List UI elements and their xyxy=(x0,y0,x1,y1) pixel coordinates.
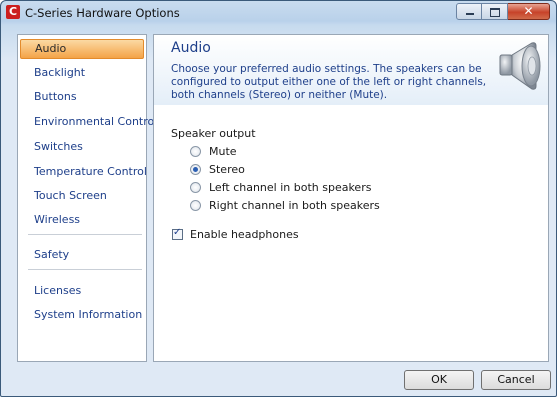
radio-mute[interactable]: Mute xyxy=(190,143,237,159)
checkbox-label: Enable headphones xyxy=(190,228,299,241)
sidebar-item-temperature-control[interactable]: Temperature Control xyxy=(20,162,147,182)
app-logo-icon: C xyxy=(6,5,20,19)
panel-header: Audio Choose your preferred audio settin… xyxy=(154,35,548,105)
sidebar-divider xyxy=(28,269,142,270)
sidebar-item-touch-screen[interactable]: Touch Screen xyxy=(20,186,144,206)
sidebar-divider xyxy=(28,234,142,235)
page-title: Audio xyxy=(171,40,211,56)
radio-label: Mute xyxy=(209,144,237,158)
sidebar-item-backlight[interactable]: Backlight xyxy=(20,63,144,83)
radio-right-channel[interactable]: Right channel in both speakers xyxy=(190,197,380,213)
sidebar-item-audio[interactable]: Audio xyxy=(20,39,144,59)
radio-button[interactable] xyxy=(190,199,201,211)
radio-label: Right channel in both speakers xyxy=(209,198,380,212)
enable-headphones-checkbox-row[interactable]: Enable headphones xyxy=(172,227,299,241)
title-bar[interactable]: C C-Series Hardware Options ✕ xyxy=(1,1,556,25)
enable-headphones-checkbox[interactable] xyxy=(172,227,183,240)
window-controls: ✕ xyxy=(456,3,550,20)
sidebar-item-licenses[interactable]: Licenses xyxy=(20,281,144,301)
window-title: C-Series Hardware Options xyxy=(25,6,180,20)
radio-button[interactable] xyxy=(190,145,201,157)
hardware-options-window: C C-Series Hardware Options ✕ Audio Back… xyxy=(0,0,557,397)
sidebar-item-wireless[interactable]: Wireless xyxy=(20,210,144,230)
close-button[interactable]: ✕ xyxy=(508,3,550,20)
minimize-button[interactable] xyxy=(456,3,482,20)
radio-button[interactable] xyxy=(190,181,201,193)
sidebar-item-safety[interactable]: Safety xyxy=(20,245,144,265)
radio-label: Stereo xyxy=(209,162,245,176)
page-description: Choose your preferred audio settings. Th… xyxy=(171,63,487,101)
sidebar-item-buttons[interactable]: Buttons xyxy=(20,87,144,107)
radio-stereo[interactable]: Stereo xyxy=(190,161,245,177)
sidebar-item-environmental-control[interactable]: Environmental Control xyxy=(20,112,157,132)
close-icon: ✕ xyxy=(523,4,534,18)
sidebar-item-switches[interactable]: Switches xyxy=(20,137,144,157)
radio-label: Left channel in both speakers xyxy=(209,180,372,194)
maximize-button[interactable] xyxy=(482,3,508,20)
sidebar-item-system-information[interactable]: System Information xyxy=(20,305,144,325)
settings-panel: Audio Choose your preferred audio settin… xyxy=(153,34,549,362)
radio-button-selected[interactable] xyxy=(190,163,201,175)
radio-left-channel[interactable]: Left channel in both speakers xyxy=(190,179,371,195)
speaker-icon xyxy=(499,42,541,90)
speaker-output-label: Speaker output xyxy=(171,127,256,140)
ok-button[interactable]: OK xyxy=(404,370,474,390)
sidebar-nav: Audio Backlight Buttons Environmental Co… xyxy=(17,34,157,362)
cancel-button[interactable]: Cancel xyxy=(481,370,551,390)
